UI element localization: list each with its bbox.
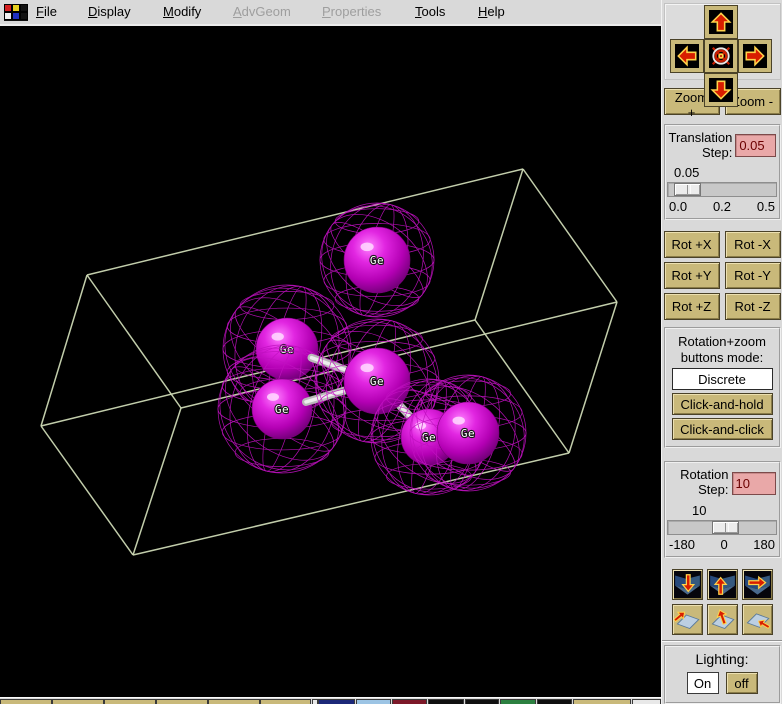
lighting-off-button[interactable]: off [725,672,758,694]
toolbar-strip-segment [260,699,311,704]
translation-step-entry[interactable]: 0.05 [735,134,776,158]
rot-minus-y-button[interactable]: Rot -Y [724,262,781,290]
svg-text:Ge: Ge [422,431,436,444]
toolbar-strip-segment [428,699,464,704]
lighting-on-button[interactable]: On [686,672,719,694]
rotate-screen-up-button[interactable] [706,569,738,600]
menu-file[interactable]: File [36,4,57,19]
lighting-section: Lighting: On off [663,645,781,704]
toolbar-strip-segment [465,699,499,704]
translate-left-button[interactable] [670,40,703,72]
mode-click-and-click-button[interactable]: Click-and-click [671,418,773,441]
toolbar-strip-segment [573,699,631,704]
rot-minus-x-button[interactable]: Rot -X [724,231,781,259]
toolbar-strip-segment [156,699,208,704]
toolbar-strip-segment [537,699,572,704]
screen-rotation-buttons [671,569,773,635]
rotate-plane-right-button[interactable] [741,604,773,635]
app-logo-icon [4,4,28,21]
rotation-step-label: Rotation Step: [680,467,729,498]
translate-up-button[interactable] [704,6,737,38]
menu-properties: Properties [322,4,382,19]
translate-down-button[interactable] [704,74,737,106]
render-canvas[interactable]: Ge Ge Ge Ge Ge Ge [0,26,661,704]
panel-separator [662,640,782,642]
translation-slider-value: 0.05 [674,165,700,181]
bottom-toolbar-strip [0,697,661,704]
translation-step-slider: 0.05 0.0 0.2 0.5 [667,165,777,215]
mode-discrete-button[interactable]: Discrete [671,368,773,391]
toolbar-strip-segment [500,699,536,704]
menu-tools[interactable]: Tools [415,4,445,19]
toolbar-strip-segment [52,699,104,704]
svg-text:Ge: Ge [461,427,475,440]
menu-display[interactable]: Display [88,4,131,19]
menu-bar: File Display Modify AdvGeom Properties T… [0,0,661,27]
translation-step-section: Translation Step: 0.05 0.05 0.0 0.2 0.5 [663,123,781,221]
menu-modify[interactable]: Modify [163,4,201,19]
xcrysden-window: File Display Modify AdvGeom Properties T… [0,0,782,704]
rotation-step-entry[interactable]: 10 [731,471,776,495]
rot-minus-z-button[interactable]: Rot -Z [724,293,781,321]
rotate-screen-down-button[interactable] [671,569,703,600]
translation-step-label: Translation Step: [668,129,733,160]
translation-slider-handle[interactable] [674,183,701,197]
translation-slider-trough[interactable] [667,182,777,198]
toolbar-strip-segment [632,699,661,704]
rotate-screen-left-button[interactable] [741,569,773,600]
rotation-slider-value: 10 [692,503,707,518]
toolbar-strip-segment [392,699,427,704]
rotation-zoom-mode-section: Rotation+zoom buttons mode: Discrete Cli… [663,327,781,449]
toolbar-strip-segment [0,699,52,704]
molecule-scene: GeGeGeGeGe Ge [40,168,618,556]
svg-text:Ge: Ge [370,375,384,388]
toolbar-strip-segment [356,699,391,704]
control-panel: Zoom + Zoom - Translation Step: 0.05 0.0… [661,0,782,704]
translate-right-button[interactable] [738,40,771,72]
rotate-plane-left-button[interactable] [671,604,703,635]
rotate-plane-down-button[interactable] [706,604,738,635]
rotation-slider-trough[interactable] [667,520,777,535]
rot-plus-z-button[interactable]: Rot +Z [663,293,720,321]
toolbar-strip-segment [318,699,355,704]
translation-pad [663,3,781,106]
svg-text:Ge: Ge [370,254,384,267]
center-view-button[interactable] [704,40,737,72]
mode-click-and-hold-button[interactable]: Click-and-hold [671,393,773,416]
translation-slider-ticks: 0.0 0.2 0.5 [669,199,775,215]
svg-text:Ge: Ge [275,403,289,416]
mode-section-label: Rotation+zoom buttons mode: [678,334,766,365]
rotation-slider-handle[interactable] [712,521,739,534]
rotation-step-section: Rotation Step: 10 10 -180 0 180 [663,461,781,558]
menu-help[interactable]: Help [478,4,505,19]
menu-advgeom: AdvGeom [233,4,291,19]
rot-plus-x-button[interactable]: Rot +X [663,231,720,259]
toolbar-strip-segment [208,699,260,704]
toolbar-strip-segment [104,699,156,704]
rotation-step-slider: 10 -180 0 180 [667,503,777,552]
rot-plus-y-button[interactable]: Rot +Y [663,262,720,290]
rotation-slider-ticks: -180 0 180 [669,537,775,552]
rotation-buttons: Rot +X Rot -X Rot +Y Rot -Y Rot +Z Rot -… [663,231,781,321]
lighting-label: Lighting: [695,651,749,667]
